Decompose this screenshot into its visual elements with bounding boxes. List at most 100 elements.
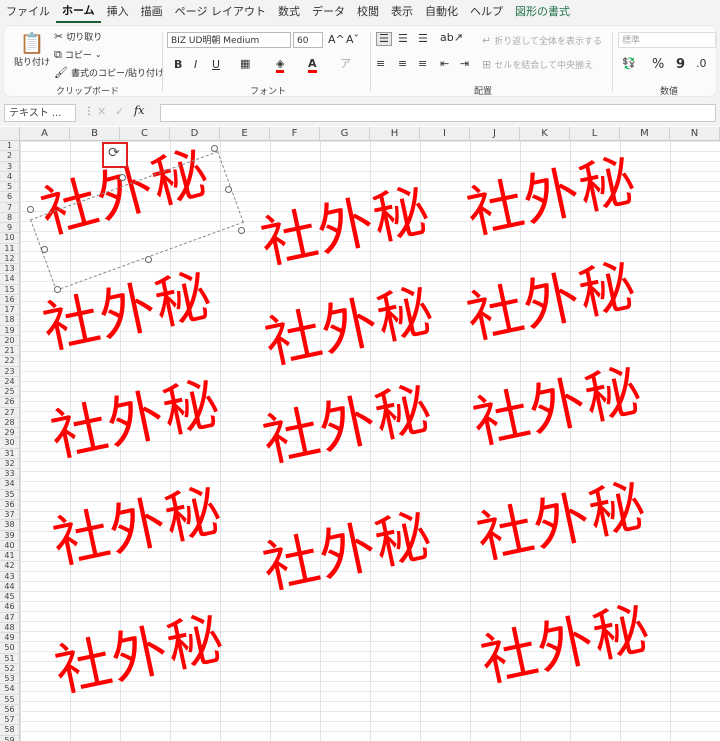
decimal-button[interactable]: .0 (696, 58, 707, 70)
row-header[interactable]: 32 (0, 458, 20, 469)
resize-handle[interactable] (225, 186, 232, 193)
bold-button[interactable]: B (174, 58, 182, 71)
shrink-font-button[interactable]: Aˇ (346, 33, 359, 46)
menu-tab-10[interactable]: ヘルプ (464, 0, 509, 24)
menu-tab-4[interactable]: ページ レイアウト (169, 0, 272, 24)
column-header[interactable]: M (620, 127, 670, 141)
row-header[interactable]: 13 (0, 264, 20, 275)
row-header[interactable]: 6 (0, 192, 20, 203)
column-header[interactable]: D (170, 127, 220, 141)
orientation-button[interactable]: ab↗ (440, 32, 463, 44)
check-icon[interactable]: ✓ (115, 105, 124, 118)
format-painter-button[interactable]: 🖌 書式のコピー/貼り付け (54, 66, 164, 79)
font-color-button[interactable]: A (308, 58, 317, 73)
column-header[interactable]: N (670, 127, 720, 141)
menu-tab-11[interactable]: 図形の書式 (509, 0, 576, 24)
row-header[interactable]: 39 (0, 530, 20, 541)
name-box[interactable]: テキスト ... (4, 104, 76, 122)
column-header[interactable]: F (270, 127, 320, 141)
row-header[interactable]: 8 (0, 212, 20, 223)
row-header[interactable]: 42 (0, 561, 20, 572)
row-header[interactable]: 7 (0, 202, 20, 213)
row-header[interactable]: 5 (0, 182, 20, 193)
resize-handle[interactable] (145, 256, 152, 263)
row-header[interactable]: 14 (0, 274, 20, 285)
select-all-corner[interactable] (0, 127, 20, 141)
row-header[interactable]: 18 (0, 315, 20, 326)
column-header[interactable]: L (570, 127, 620, 141)
paste-button[interactable]: 📋 貼り付け (14, 32, 50, 68)
row-header[interactable]: 43 (0, 571, 20, 582)
row-header[interactable]: 21 (0, 346, 20, 357)
fill-color-button[interactable]: ◈ (276, 58, 285, 73)
comma-button[interactable]: 9 (676, 57, 685, 72)
row-header[interactable]: 33 (0, 469, 20, 480)
number-format-select[interactable]: 標準 (618, 32, 716, 48)
wrap-text-button[interactable]: ↵ 折り返して全体を表示する (482, 34, 602, 47)
row-header[interactable]: 25 (0, 387, 20, 398)
align-center-button[interactable]: ≡ (398, 58, 407, 70)
row-header[interactable]: 4 (0, 171, 20, 182)
row-header[interactable]: 23 (0, 366, 20, 377)
row-header[interactable]: 31 (0, 448, 20, 459)
row-header[interactable]: 52 (0, 663, 20, 674)
row-header[interactable]: 24 (0, 376, 20, 387)
row-header[interactable]: 28 (0, 417, 20, 428)
fx-button[interactable]: fx (134, 104, 144, 117)
column-header[interactable]: J (470, 127, 520, 141)
row-header[interactable]: 17 (0, 305, 20, 316)
copy-button[interactable]: ⧉ コピー ⌄ (54, 48, 102, 61)
menu-tab-2[interactable]: 挿入 (101, 0, 135, 24)
row-header[interactable]: 26 (0, 397, 20, 408)
column-header[interactable]: A (20, 127, 70, 141)
row-header[interactable]: 9 (0, 223, 20, 234)
row-header[interactable]: 3 (0, 161, 20, 172)
row-header[interactable]: 22 (0, 356, 20, 367)
row-header[interactable]: 55 (0, 694, 20, 705)
menu-tab-3[interactable]: 描画 (135, 0, 169, 24)
align-bottom-button[interactable]: ☰ (418, 33, 428, 45)
row-header[interactable]: 47 (0, 612, 20, 623)
column-header[interactable]: C (120, 127, 170, 141)
row-header[interactable]: 37 (0, 510, 20, 521)
menu-tab-9[interactable]: 自動化 (419, 0, 464, 24)
resize-handle[interactable] (119, 174, 126, 181)
underline-button[interactable]: U (212, 58, 220, 71)
align-top-button[interactable]: ☰ (376, 32, 392, 46)
column-header[interactable]: B (70, 127, 120, 141)
font-size-select[interactable]: 60 (293, 32, 323, 48)
row-header[interactable]: 35 (0, 489, 20, 500)
row-header[interactable]: 51 (0, 653, 20, 664)
row-header[interactable]: 12 (0, 253, 20, 264)
row-header[interactable]: 29 (0, 428, 20, 439)
menu-tab-0[interactable]: ファイル (0, 0, 56, 24)
currency-button[interactable]: 💱 (622, 58, 636, 70)
align-left-button[interactable]: ≡ (376, 58, 385, 70)
resize-handle[interactable] (211, 145, 218, 152)
percent-button[interactable]: % (652, 57, 664, 72)
column-header[interactable]: I (420, 127, 470, 141)
resize-handle[interactable] (41, 246, 48, 253)
formula-input[interactable] (160, 104, 716, 122)
row-header[interactable]: 16 (0, 294, 20, 305)
cut-button[interactable]: ✂ 切り取り (54, 30, 102, 43)
row-header[interactable]: 40 (0, 540, 20, 551)
menu-tab-5[interactable]: 数式 (272, 0, 306, 24)
row-header[interactable]: 36 (0, 499, 20, 510)
borders-button[interactable]: ▦ (240, 58, 250, 70)
indent-decrease-button[interactable]: ⇤ (440, 58, 449, 70)
align-middle-button[interactable]: ☰ (398, 33, 408, 45)
row-header[interactable]: 19 (0, 325, 20, 336)
menu-tab-1[interactable]: ホーム (56, 1, 101, 23)
resize-handle[interactable] (238, 227, 245, 234)
menu-tab-8[interactable]: 表示 (385, 0, 419, 24)
cancel-icon[interactable]: ✕ (97, 105, 106, 118)
row-header[interactable]: 57 (0, 715, 20, 726)
row-header[interactable]: 50 (0, 643, 20, 654)
phonetic-button[interactable]: ア (340, 58, 351, 70)
row-header[interactable]: 53 (0, 674, 20, 685)
align-right-button[interactable]: ≡ (418, 58, 427, 70)
row-header[interactable]: 15 (0, 284, 20, 295)
column-header[interactable]: E (220, 127, 270, 141)
font-name-select[interactable]: BIZ UD明朝 Medium (167, 32, 291, 48)
